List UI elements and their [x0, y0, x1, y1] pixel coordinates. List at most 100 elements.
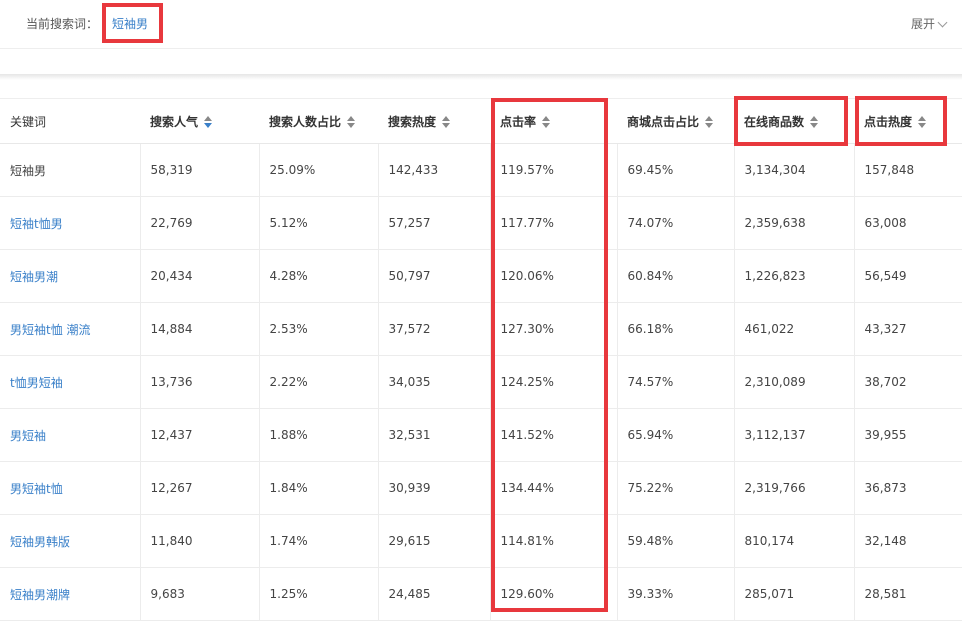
popularity-cell: 20,434 [139, 249, 259, 303]
mall-click-share-cell: 75.22% [616, 461, 734, 515]
click-heat-cell: 38,702 [853, 355, 962, 409]
header-click-rate[interactable]: 点击率 [490, 98, 617, 144]
online-items-cell: 3,134,304 [733, 143, 854, 197]
online-items-cell: 2,319,766 [733, 461, 854, 515]
online-items-cell: 2,359,638 [733, 196, 854, 250]
popularity-cell: 11,840 [139, 514, 259, 568]
search-share-cell: 2.22% [258, 355, 378, 409]
sort-icon[interactable] [918, 116, 927, 128]
search-heat-cell: 50,797 [377, 249, 490, 303]
click-heat-cell: 36,873 [853, 461, 962, 515]
search-share-cell: 1.84% [258, 461, 378, 515]
mall-click-share-cell: 39.33% [616, 567, 734, 621]
table-row: 短袖男潮 20,434 4.28% 50,797 120.06% 60.84% … [0, 249, 962, 303]
popularity-cell: 9,683 [139, 567, 259, 621]
table-row: 男短袖 12,437 1.88% 32,531 141.52% 65.94% 3… [0, 408, 962, 462]
table-row: t恤男短袖 13,736 2.22% 34,035 124.25% 74.57%… [0, 355, 962, 409]
click-rate-cell: 124.25% [489, 355, 617, 409]
table-row: 短袖男潮牌 9,683 1.25% 24,485 129.60% 39.33% … [0, 567, 962, 621]
keyword-cell[interactable]: 男短袖t恤 潮流 [0, 302, 140, 356]
click-heat-cell: 157,848 [853, 143, 962, 197]
online-items-cell: 1,226,823 [733, 249, 854, 303]
sort-icon[interactable] [442, 116, 451, 128]
click-rate-cell: 129.60% [489, 567, 617, 621]
click-rate-cell: 117.77% [489, 196, 617, 250]
search-share-cell: 4.28% [258, 249, 378, 303]
online-items-cell: 2,310,089 [733, 355, 854, 409]
online-items-cell: 3,112,137 [733, 408, 854, 462]
online-items-cell: 285,071 [733, 567, 854, 621]
search-share-cell: 1.25% [258, 567, 378, 621]
search-header: 当前搜索词： 短袖男 展开 [0, 0, 962, 49]
current-search-label: 当前搜索词： [26, 17, 99, 31]
search-heat-cell: 34,035 [377, 355, 490, 409]
popularity-cell: 12,267 [139, 461, 259, 515]
sort-icon[interactable] [347, 116, 356, 128]
header-search-share[interactable]: 搜索人数占比 [259, 98, 378, 144]
mall-click-share-cell: 65.94% [616, 408, 734, 462]
mall-click-share-cell: 60.84% [616, 249, 734, 303]
search-heat-cell: 29,615 [377, 514, 490, 568]
sort-icon[interactable] [542, 116, 551, 128]
header-mall-click-share[interactable]: 商城点击占比 [617, 98, 734, 144]
mall-click-share-cell: 69.45% [616, 143, 734, 197]
keyword-table: 关键词 搜索人气 搜索人数占比 搜索热度 点击率 商城点击占比 在线商品数 点击… [0, 98, 962, 621]
section-divider [0, 74, 962, 80]
sort-icon[interactable] [810, 116, 819, 128]
table-row: 男短袖t恤 12,267 1.84% 30,939 134.44% 75.22%… [0, 461, 962, 515]
search-share-cell: 2.53% [258, 302, 378, 356]
chevron-down-icon [937, 17, 948, 28]
keyword-cell[interactable]: 短袖男韩版 [0, 514, 140, 568]
popularity-cell: 13,736 [139, 355, 259, 409]
header-click-heat[interactable]: 点击热度 [854, 98, 962, 144]
sort-icon[interactable] [204, 116, 213, 128]
click-rate-cell: 119.57% [489, 143, 617, 197]
keyword-cell[interactable]: 短袖t恤男 [0, 196, 140, 250]
header-keyword: 关键词 [0, 98, 140, 144]
click-rate-cell: 120.06% [489, 249, 617, 303]
header-search-heat[interactable]: 搜索热度 [378, 98, 490, 144]
search-share-cell: 1.74% [258, 514, 378, 568]
click-heat-cell: 63,008 [853, 196, 962, 250]
search-heat-cell: 24,485 [377, 567, 490, 621]
click-rate-cell: 141.52% [489, 408, 617, 462]
popularity-cell: 22,769 [139, 196, 259, 250]
search-heat-cell: 57,257 [377, 196, 490, 250]
popularity-cell: 12,437 [139, 408, 259, 462]
sort-icon[interactable] [705, 116, 714, 128]
keyword-cell[interactable]: 短袖男潮牌 [0, 567, 140, 621]
click-rate-cell: 127.30% [489, 302, 617, 356]
search-heat-cell: 142,433 [377, 143, 490, 197]
header-online-items[interactable]: 在线商品数 [734, 98, 854, 144]
table-row: 短袖男 58,319 25.09% 142,433 119.57% 69.45%… [0, 143, 962, 197]
mall-click-share-cell: 66.18% [616, 302, 734, 356]
click-heat-cell: 43,327 [853, 302, 962, 356]
current-search-term[interactable]: 短袖男 [112, 15, 148, 32]
expand-label: 展开 [910, 17, 935, 31]
table-header-row: 关键词 搜索人气 搜索人数占比 搜索热度 点击率 商城点击占比 在线商品数 点击… [0, 98, 962, 144]
expand-toggle[interactable]: 展开 [910, 15, 948, 32]
keyword-cell[interactable]: 男短袖 [0, 408, 140, 462]
search-share-cell: 1.88% [258, 408, 378, 462]
search-share-cell: 25.09% [258, 143, 378, 197]
header-search-popularity[interactable]: 搜索人气 [140, 98, 259, 144]
click-rate-cell: 134.44% [489, 461, 617, 515]
click-heat-cell: 39,955 [853, 408, 962, 462]
mall-click-share-cell: 74.57% [616, 355, 734, 409]
keyword-cell[interactable]: t恤男短袖 [0, 355, 140, 409]
keyword-cell[interactable]: 短袖男潮 [0, 249, 140, 303]
search-heat-cell: 37,572 [377, 302, 490, 356]
online-items-cell: 461,022 [733, 302, 854, 356]
search-heat-cell: 30,939 [377, 461, 490, 515]
search-share-cell: 5.12% [258, 196, 378, 250]
click-rate-cell: 114.81% [489, 514, 617, 568]
table-row: 短袖t恤男 22,769 5.12% 57,257 117.77% 74.07%… [0, 196, 962, 250]
mall-click-share-cell: 59.48% [616, 514, 734, 568]
click-heat-cell: 32,148 [853, 514, 962, 568]
table-row: 短袖男韩版 11,840 1.74% 29,615 114.81% 59.48%… [0, 514, 962, 568]
online-items-cell: 810,174 [733, 514, 854, 568]
keyword-cell[interactable]: 短袖男 [0, 143, 140, 197]
keyword-cell[interactable]: 男短袖t恤 [0, 461, 140, 515]
click-heat-cell: 28,581 [853, 567, 962, 621]
click-heat-cell: 56,549 [853, 249, 962, 303]
